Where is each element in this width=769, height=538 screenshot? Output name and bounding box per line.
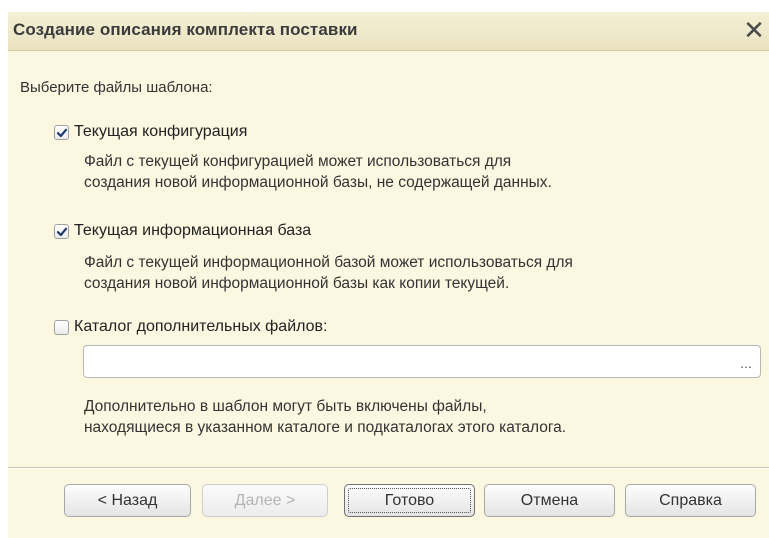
focus-rectangle <box>348 488 471 513</box>
browse-button[interactable]: ... <box>734 348 758 375</box>
footer-separator-highlight <box>8 468 769 469</box>
additional-files-catalog-checkbox[interactable] <box>54 320 69 335</box>
dialog-title: Создание описания комплекта поставки <box>13 20 358 39</box>
current-configuration-checkbox[interactable] <box>54 125 69 140</box>
current-infobase-checkbox[interactable] <box>54 224 69 239</box>
description-line: создания новой информационной базы, не с… <box>84 174 552 191</box>
close-icon[interactable]: ✕ <box>739 14 769 46</box>
back-button[interactable]: < Назад <box>64 484 191 517</box>
description-line: Дополнительно в шаблон могут быть включе… <box>84 398 487 415</box>
catalog-path-input[interactable] <box>90 350 724 374</box>
current-infobase-description: Файл с текущей информационной базой може… <box>84 252 573 294</box>
cancel-button[interactable]: Отмена <box>484 484 615 517</box>
additional-files-description: Дополнительно в шаблон могут быть включе… <box>84 396 566 438</box>
additional-files-catalog-label[interactable]: Каталог дополнительных файлов: <box>74 318 328 336</box>
current-infobase-label[interactable]: Текущая информационная база <box>74 222 311 240</box>
finish-button[interactable]: Готово <box>344 484 475 517</box>
checkmark-icon <box>56 227 68 237</box>
description-line: Файл с текущей конфигурацией может испол… <box>84 153 512 170</box>
current-configuration-label[interactable]: Текущая конфигурация <box>74 123 247 141</box>
next-button[interactable]: Далее > <box>202 484 328 517</box>
background-text-fragment <box>34 0 37 7</box>
catalog-path-field: ... <box>83 345 761 378</box>
dialog-titlebar: Создание описания комплекта поставки ✕ <box>8 12 769 51</box>
help-button[interactable]: Справка <box>625 484 756 517</box>
select-template-files-label: Выберите файлы шаблона: <box>20 79 213 96</box>
delivery-kit-dialog: Создание описания комплекта поставки ✕ В… <box>8 12 769 538</box>
current-configuration-description: Файл с текущей конфигурацией может испол… <box>84 151 552 193</box>
description-line: создания новой информационной базы как к… <box>84 275 510 292</box>
description-line: находящиеся в указанном каталоге и подка… <box>84 419 567 436</box>
checkmark-icon <box>56 128 68 138</box>
description-line: Файл с текущей информационной базой може… <box>84 254 573 271</box>
